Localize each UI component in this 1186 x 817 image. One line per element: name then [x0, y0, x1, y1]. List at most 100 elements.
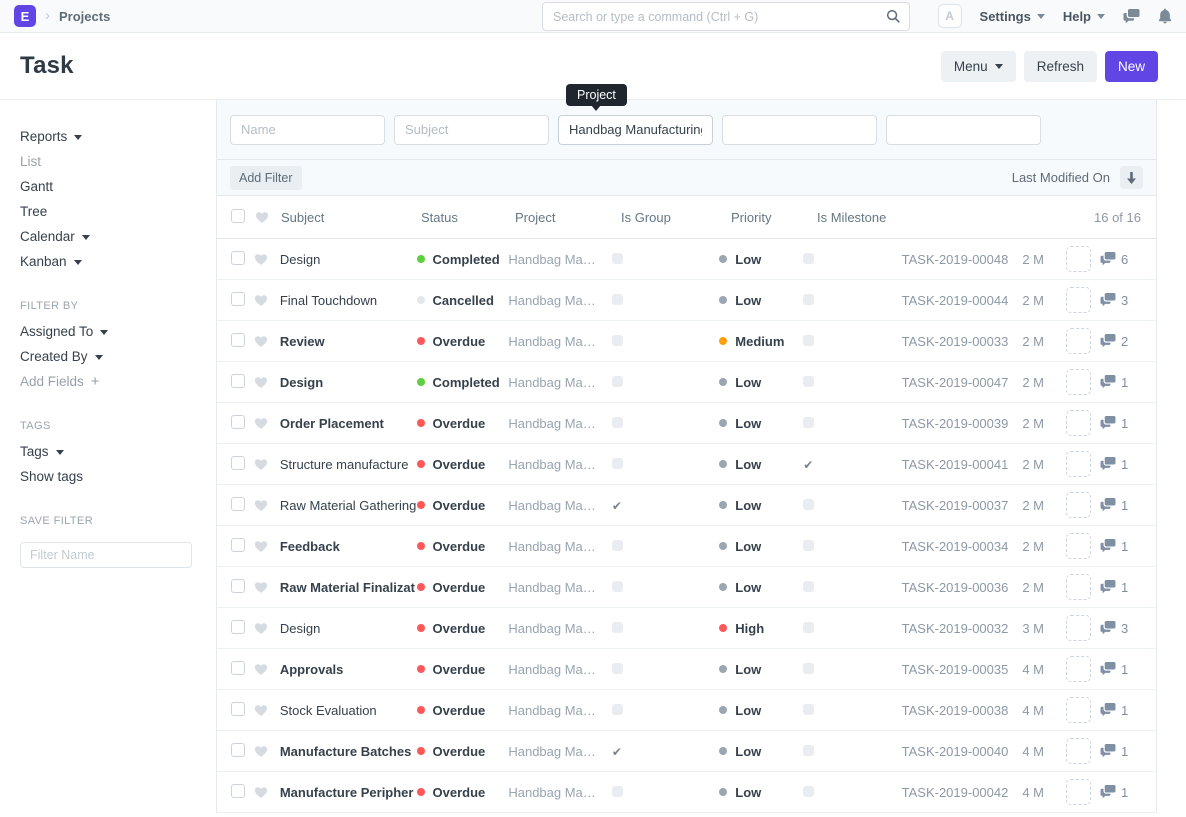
task-subject[interactable]: Manufacture Batches	[280, 744, 411, 759]
sidebar-item-add-fields[interactable]: Add Fields +	[20, 375, 201, 389]
comments-button[interactable]: 3	[1100, 293, 1141, 308]
assignee-placeholder[interactable]	[1066, 574, 1091, 600]
app-logo[interactable]: E	[14, 5, 36, 27]
assignee-placeholder[interactable]	[1066, 410, 1091, 436]
assignee-placeholder[interactable]	[1066, 369, 1091, 395]
sidebar-item-tree[interactable]: Tree	[20, 205, 201, 219]
filter-input-4[interactable]	[722, 115, 877, 145]
filter-input-3[interactable]	[558, 115, 713, 145]
task-id[interactable]: TASK-2019-00042	[891, 785, 1008, 800]
task-id[interactable]: TASK-2019-00032	[891, 621, 1008, 636]
task-subject[interactable]: Structure manufacture	[280, 457, 409, 472]
heart-icon[interactable]	[254, 253, 268, 266]
assignee-placeholder[interactable]	[1066, 779, 1091, 805]
assignee-placeholder[interactable]	[1066, 451, 1091, 477]
comments-button[interactable]: 6	[1100, 252, 1141, 267]
task-subject[interactable]: Review	[280, 334, 325, 349]
add-filter-button[interactable]: Add Filter	[230, 166, 302, 190]
sidebar-item-list[interactable]: List	[20, 155, 201, 169]
comments-button[interactable]: 1	[1100, 744, 1141, 759]
sidebar-item-assigned-to[interactable]: Assigned To	[20, 325, 201, 339]
row-checkbox[interactable]	[231, 292, 245, 306]
comments-button[interactable]: 1	[1100, 498, 1141, 513]
sidebar-item-tags[interactable]: Tags	[20, 445, 201, 459]
task-id[interactable]: TASK-2019-00038	[891, 703, 1008, 718]
search-input[interactable]	[542, 2, 910, 31]
row-checkbox[interactable]	[231, 456, 245, 470]
sidebar-item-show-tags[interactable]: Show tags	[20, 470, 201, 484]
table-row[interactable]: Manufacture Batches Overdue Handbag Ma… …	[217, 731, 1156, 772]
task-subject[interactable]: Stock Evaluation	[280, 703, 377, 718]
avatar[interactable]: A	[938, 4, 962, 28]
task-id[interactable]: TASK-2019-00040	[891, 744, 1008, 759]
table-row[interactable]: Design Overdue Handbag Ma… ✔ High ✔ TASK…	[217, 608, 1156, 649]
task-id[interactable]: TASK-2019-00039	[891, 416, 1008, 431]
assignee-placeholder[interactable]	[1066, 246, 1091, 272]
row-checkbox[interactable]	[231, 702, 245, 716]
task-id[interactable]: TASK-2019-00033	[891, 334, 1008, 349]
row-checkbox[interactable]	[231, 661, 245, 675]
table-row[interactable]: Structure manufacture Overdue Handbag Ma…	[217, 444, 1156, 485]
task-subject[interactable]: Design	[280, 621, 320, 636]
table-row[interactable]: Raw Material Gathering Overdue Handbag M…	[217, 485, 1156, 526]
refresh-button[interactable]: Refresh	[1024, 51, 1097, 82]
sort-direction-button[interactable]	[1120, 166, 1143, 189]
comments-button[interactable]: 1	[1100, 375, 1141, 390]
row-checkbox[interactable]	[231, 333, 245, 347]
table-row[interactable]: Raw Material Finalizat Overdue Handbag M…	[217, 567, 1156, 608]
heart-icon[interactable]	[254, 335, 268, 348]
task-id[interactable]: TASK-2019-00037	[891, 498, 1008, 513]
sort-field-label[interactable]: Last Modified On	[1012, 170, 1110, 185]
table-row[interactable]: Stock Evaluation Overdue Handbag Ma… ✔ L…	[217, 690, 1156, 731]
task-id[interactable]: TASK-2019-00035	[891, 662, 1008, 677]
heart-icon[interactable]	[254, 745, 268, 758]
task-id[interactable]: TASK-2019-00047	[891, 375, 1008, 390]
assignee-placeholder[interactable]	[1066, 656, 1091, 682]
assignee-placeholder[interactable]	[1066, 615, 1091, 641]
sidebar-item-calendar[interactable]: Calendar	[20, 230, 201, 244]
table-row[interactable]: Design Completed Handbag Ma… ✔ Low ✔ TAS…	[217, 239, 1156, 280]
assignee-placeholder[interactable]	[1066, 328, 1091, 354]
chat-icon[interactable]	[1123, 9, 1140, 24]
task-subject[interactable]: Manufacture Peripher	[280, 785, 414, 800]
assignee-placeholder[interactable]	[1066, 287, 1091, 313]
table-row[interactable]: Manufacture Peripher Overdue Handbag Ma……	[217, 772, 1156, 813]
task-subject[interactable]: Design	[280, 375, 323, 390]
task-id[interactable]: TASK-2019-00041	[891, 457, 1008, 472]
filter-input-5[interactable]	[886, 115, 1041, 145]
assignee-placeholder[interactable]	[1066, 738, 1091, 764]
row-checkbox[interactable]	[231, 743, 245, 757]
heart-icon[interactable]	[254, 294, 268, 307]
table-row[interactable]: Review Overdue Handbag Ma… ✔ Medium ✔ TA…	[217, 321, 1156, 362]
bell-icon[interactable]	[1158, 8, 1172, 24]
row-checkbox[interactable]	[231, 251, 245, 265]
comments-button[interactable]: 1	[1100, 457, 1141, 472]
row-checkbox[interactable]	[231, 620, 245, 634]
filter-input-1[interactable]	[230, 115, 385, 145]
heart-icon[interactable]	[254, 786, 268, 799]
assignee-placeholder[interactable]	[1066, 697, 1091, 723]
heart-icon[interactable]	[254, 663, 268, 676]
task-subject[interactable]: Final Touchdown	[280, 293, 377, 308]
row-checkbox[interactable]	[231, 538, 245, 552]
comments-button[interactable]: 2	[1100, 334, 1141, 349]
task-id[interactable]: TASK-2019-00034	[891, 539, 1008, 554]
heart-icon[interactable]	[254, 417, 268, 430]
assignee-placeholder[interactable]	[1066, 533, 1091, 559]
task-id[interactable]: TASK-2019-00048	[891, 252, 1008, 267]
table-row[interactable]: Approvals Overdue Handbag Ma… ✔ Low ✔ TA…	[217, 649, 1156, 690]
task-subject[interactable]: Approvals	[280, 662, 344, 677]
settings-menu[interactable]: Settings	[980, 9, 1045, 24]
help-menu[interactable]: Help	[1063, 9, 1105, 24]
comments-button[interactable]: 1	[1100, 785, 1141, 800]
table-row[interactable]: Final Touchdown Cancelled Handbag Ma… ✔ …	[217, 280, 1156, 321]
task-subject[interactable]: Raw Material Gathering	[280, 498, 417, 513]
heart-icon[interactable]	[254, 704, 268, 717]
comments-button[interactable]: 1	[1100, 580, 1141, 595]
comments-button[interactable]: 1	[1100, 662, 1141, 677]
select-all-checkbox[interactable]	[231, 209, 245, 223]
sidebar-item-reports[interactable]: Reports	[20, 130, 201, 144]
sidebar-item-gantt[interactable]: Gantt	[20, 180, 201, 194]
task-subject[interactable]: Order Placement	[280, 416, 384, 431]
task-id[interactable]: TASK-2019-00044	[891, 293, 1008, 308]
